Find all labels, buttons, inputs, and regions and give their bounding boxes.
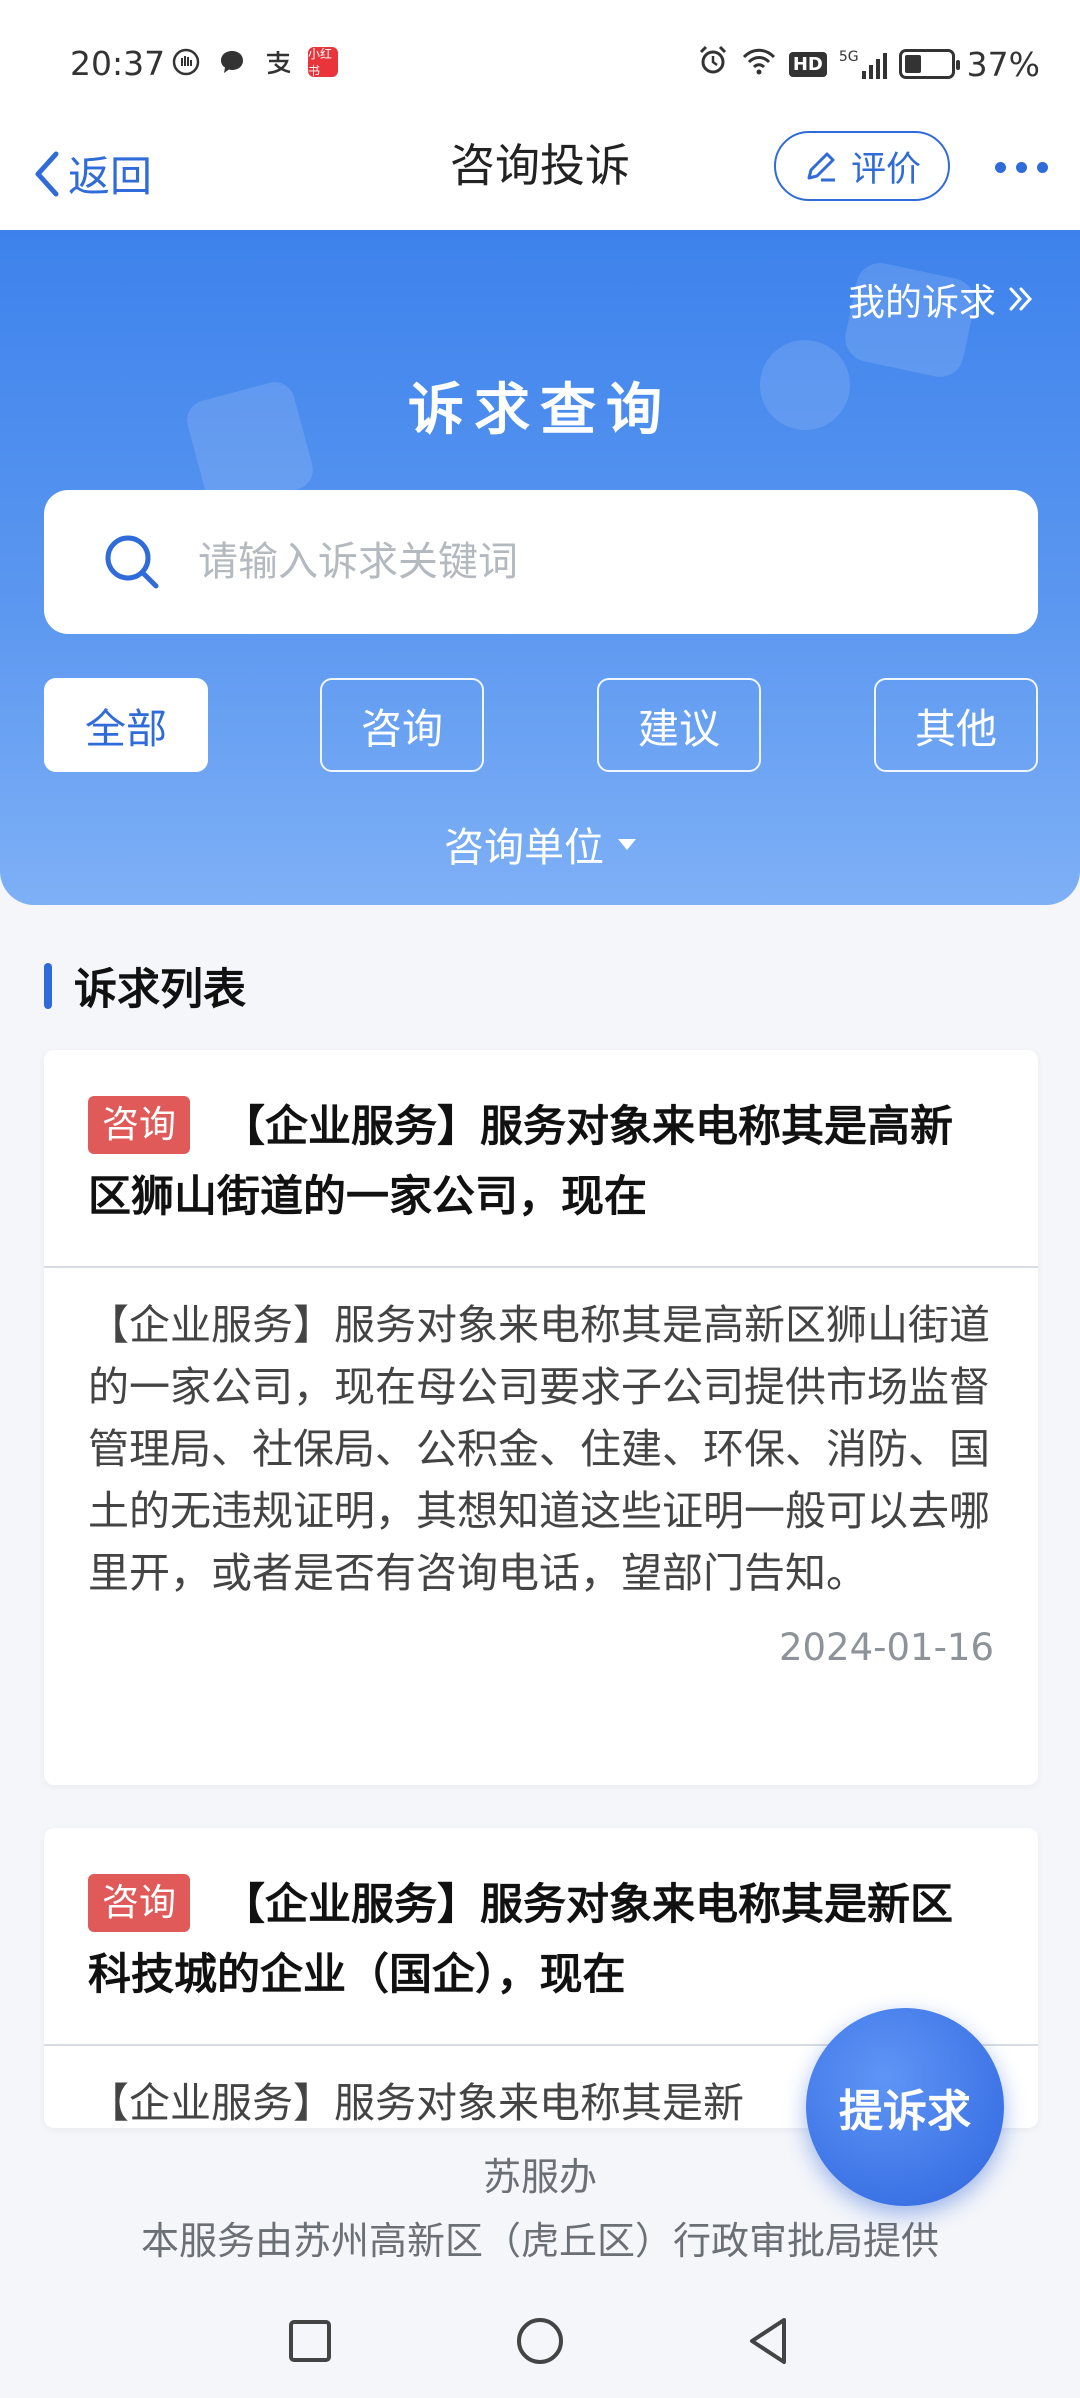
system-nav-bar <box>0 2283 1080 2398</box>
back-button[interactable]: 返回 <box>30 143 152 204</box>
search-icon <box>105 535 159 589</box>
section-title-text: 诉求列表 <box>74 965 246 1015</box>
double-chevron-right-icon <box>1009 287 1033 311</box>
more-options-button[interactable] <box>986 145 1056 189</box>
consult-unit-label: 咨询单位 <box>444 825 604 871</box>
request-card[interactable]: 咨询 【企业服务】服务对象来电称其是高新区狮山街道的一家公司，现在 【企业服务】服… <box>44 1050 1038 1785</box>
hero-title: 诉求查询 <box>408 378 672 443</box>
nav-bar: 咨询投诉 返回 评价 <box>0 125 1080 230</box>
filter-suggestion[interactable]: 建议 <box>597 678 761 772</box>
filter-all[interactable]: 全部 <box>44 678 208 772</box>
alipay-icon <box>262 46 294 78</box>
rate-label: 评价 <box>850 149 921 190</box>
chevron-left-icon <box>35 151 59 196</box>
submit-request-button[interactable]: 提诉求 <box>806 2008 1004 2206</box>
battery-percent: 37% <box>966 44 1040 84</box>
hd-icon: HD <box>788 51 827 77</box>
consult-unit-dropdown[interactable]: 咨询单位 <box>0 815 1080 873</box>
status-time: 20:37 <box>70 44 166 83</box>
card-title-text: 【企业服务】服务对象来电称其是高新区狮山街道的一家公司，现在 <box>88 1102 953 1222</box>
footer-provider: 本服务由苏州高新区（虎丘区）行政审批局提供 <box>140 2219 939 2263</box>
rate-button[interactable]: 评价 <box>774 131 950 201</box>
my-requests-link[interactable]: 我的诉求 <box>848 272 1036 326</box>
more-dot <box>1015 161 1027 173</box>
signal-label: 5G <box>838 49 859 65</box>
back-nav-button[interactable] <box>738 2311 798 2371</box>
search-input[interactable] <box>198 539 978 585</box>
hand-icon <box>170 46 202 78</box>
app-icon: 小红书 <box>308 47 338 78</box>
home-button[interactable] <box>510 2311 570 2371</box>
category-tag: 咨询 <box>88 1096 190 1154</box>
back-label: 返回 <box>68 152 153 201</box>
more-dot <box>994 161 1006 173</box>
status-notification-icons: 小红书 <box>170 46 338 78</box>
filter-other[interactable]: 其他 <box>874 678 1038 772</box>
search-hero: 我的诉求 诉求查询 全部 咨询 建议 其他 咨询单位 <box>0 230 1080 905</box>
edit-icon <box>807 152 835 182</box>
category-tag: 咨询 <box>88 1874 190 1932</box>
square-icon <box>289 2320 331 2362</box>
card-title-text: 【企业服务】服务对象来电称其是新区科技城的企业（国企），现在 <box>88 1880 953 2000</box>
more-dot <box>1036 161 1048 173</box>
triangle-back-icon <box>750 2318 786 2364</box>
filter-consult[interactable]: 咨询 <box>320 678 484 772</box>
recent-apps-button[interactable] <box>280 2311 340 2371</box>
status-bar: 20:37 小红书 HD 5G 37% <box>0 0 1080 125</box>
caret-down-icon <box>618 838 636 850</box>
alarm-icon <box>697 44 729 84</box>
circle-icon <box>517 2318 563 2364</box>
filter-tabs: 全部 咨询 建议 其他 <box>44 678 1038 772</box>
card-date: 2024-01-16 <box>778 1626 994 1669</box>
card-body: 【企业服务】服务对象来电称其是高新区狮山街道的一家公司，现在母公司要求子公司提供… <box>88 1301 990 1597</box>
card-title: 咨询 【企业服务】服务对象来电称其是高新区狮山街道的一家公司，现在 <box>44 1050 1038 1268</box>
signal-icon: 5G <box>839 49 887 79</box>
section-title: 诉求列表 <box>44 955 246 1017</box>
status-system-icons: HD 5G 37% <box>697 44 1040 84</box>
battery-icon <box>898 49 960 79</box>
search-box[interactable] <box>44 490 1038 634</box>
section-accent-bar <box>44 963 52 1009</box>
app-icon-text: 小红书 <box>308 47 333 78</box>
my-requests-label: 我的诉求 <box>848 281 996 324</box>
message-icon <box>216 46 248 78</box>
wifi-icon <box>741 45 777 84</box>
